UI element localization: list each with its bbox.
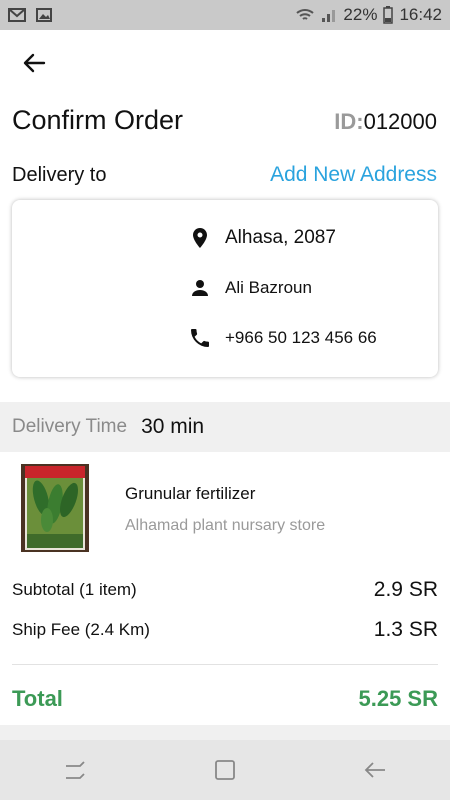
total-label: Total <box>12 686 63 711</box>
recent-apps-icon[interactable] <box>62 757 88 783</box>
page-title: Confirm Order <box>12 105 184 135</box>
battery-percent: 22% <box>343 5 378 24</box>
product-store: Alhamad plant nursary store <box>125 517 326 534</box>
home-icon[interactable] <box>212 757 238 783</box>
total-value: 5.25 SR <box>358 686 439 711</box>
order-id-label: ID: <box>334 109 364 134</box>
battery-icon <box>383 6 394 24</box>
order-id-value: 012000 <box>363 109 437 134</box>
address-location-row: Alhasa, 2087 <box>188 226 336 250</box>
total-row: Total 5.25 SR <box>12 686 438 712</box>
delivery-time-value: 30 min <box>141 415 205 438</box>
address-name: Ali Bazroun <box>225 278 312 297</box>
address-location: Alhasa, 2087 <box>225 227 336 248</box>
address-phone-row: +966 50 123 456 66 <box>188 326 377 350</box>
ship-fee-value: 1.3 SR <box>373 618 438 641</box>
location-pin-icon <box>193 228 207 248</box>
system-back-icon[interactable] <box>362 757 388 783</box>
wifi-icon <box>296 9 315 20</box>
gmail-icon <box>8 8 26 22</box>
delivery-time-label: Delivery Time <box>12 416 128 437</box>
bottom-band <box>0 725 450 740</box>
cucumber-seed-pack-icon <box>21 464 89 552</box>
system-nav-bar <box>0 740 450 800</box>
order-id: ID:012000 <box>334 109 437 135</box>
address-phone: +966 50 123 456 66 <box>225 328 377 347</box>
subtotal-row: Subtotal (1 item) 2.9 SR <box>12 578 438 602</box>
address-name-row: Ali Bazroun <box>188 276 312 300</box>
address-card[interactable]: Alhasa, 2087 Ali Bazroun +966 50 123 456… <box>12 200 438 377</box>
subtotal-value: 2.9 SR <box>373 578 438 601</box>
divider <box>12 664 438 665</box>
subtotal-label: Subtotal (1 item) <box>12 580 137 599</box>
clock: 16:42 <box>399 5 442 24</box>
back-button[interactable] <box>20 48 50 78</box>
ship-fee-row: Ship Fee (2.4 Km) 1.3 SR <box>12 618 438 642</box>
person-icon <box>192 280 208 296</box>
product-name: Grunular fertilizer <box>125 484 256 503</box>
gallery-icon <box>36 8 52 22</box>
signal-icon <box>322 10 336 22</box>
phone-icon <box>191 329 209 347</box>
status-bar: 22% 16:42 <box>0 0 450 30</box>
arrow-left-icon <box>23 53 46 73</box>
product-image <box>21 464 89 552</box>
add-new-address-link[interactable]: Add New Address <box>270 163 437 187</box>
ship-fee-label: Ship Fee (2.4 Km) <box>12 620 150 639</box>
delivery-time-bar: Delivery Time 30 min <box>0 402 450 452</box>
confirm-order-screen: Confirm Order ID:012000 Delivery to Add … <box>0 30 450 740</box>
delivery-to-label: Delivery to <box>12 164 107 186</box>
